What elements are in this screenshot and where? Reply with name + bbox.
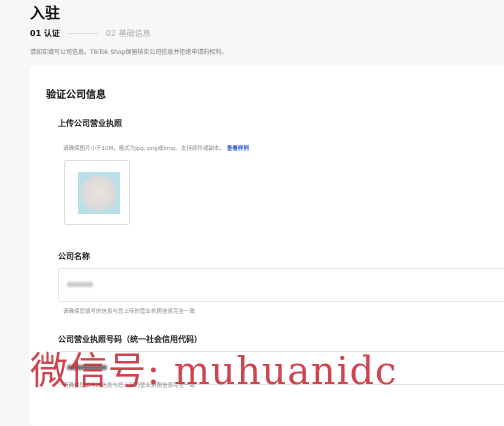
license-upload-box[interactable] [64,160,130,225]
card-title: 验证公司信息 [46,90,106,101]
page-title: 入驻 [30,4,61,22]
license-upload-label: 上传公司营业执照 [58,119,122,128]
license-image-thumbnail [78,172,120,214]
company-name-label: 公司名称 [58,252,90,261]
view-sample-link[interactable]: 查看样例 [227,146,249,152]
step-verify: 01 认证 [30,28,60,38]
page-subtitle: 请如实填写公司信息。TikTok Shop保留核实公司信息并拒绝申请的权利。 [30,49,228,56]
company-name-hint: 请确保您填写的信息与您上传的营业执照信息完全一致 [63,309,196,315]
step-indicator: 01 认证 02 基础信息 [30,27,151,39]
license-upload-hint-text: 请确保图片小于10M，格式为jpg, png或bmp。支持原件或副本。 [63,146,226,152]
step-basic-info: 02 基础信息 [105,28,151,38]
step-connector [67,32,98,34]
license-upload-hint: 请确保图片小于10M，格式为jpg, png或bmp。支持原件或副本。 查看样例 [63,144,249,152]
company-name-input[interactable] [58,268,504,302]
watermark-text: 微信号: muhuanidc [30,349,398,393]
redacted-value [67,282,93,287]
